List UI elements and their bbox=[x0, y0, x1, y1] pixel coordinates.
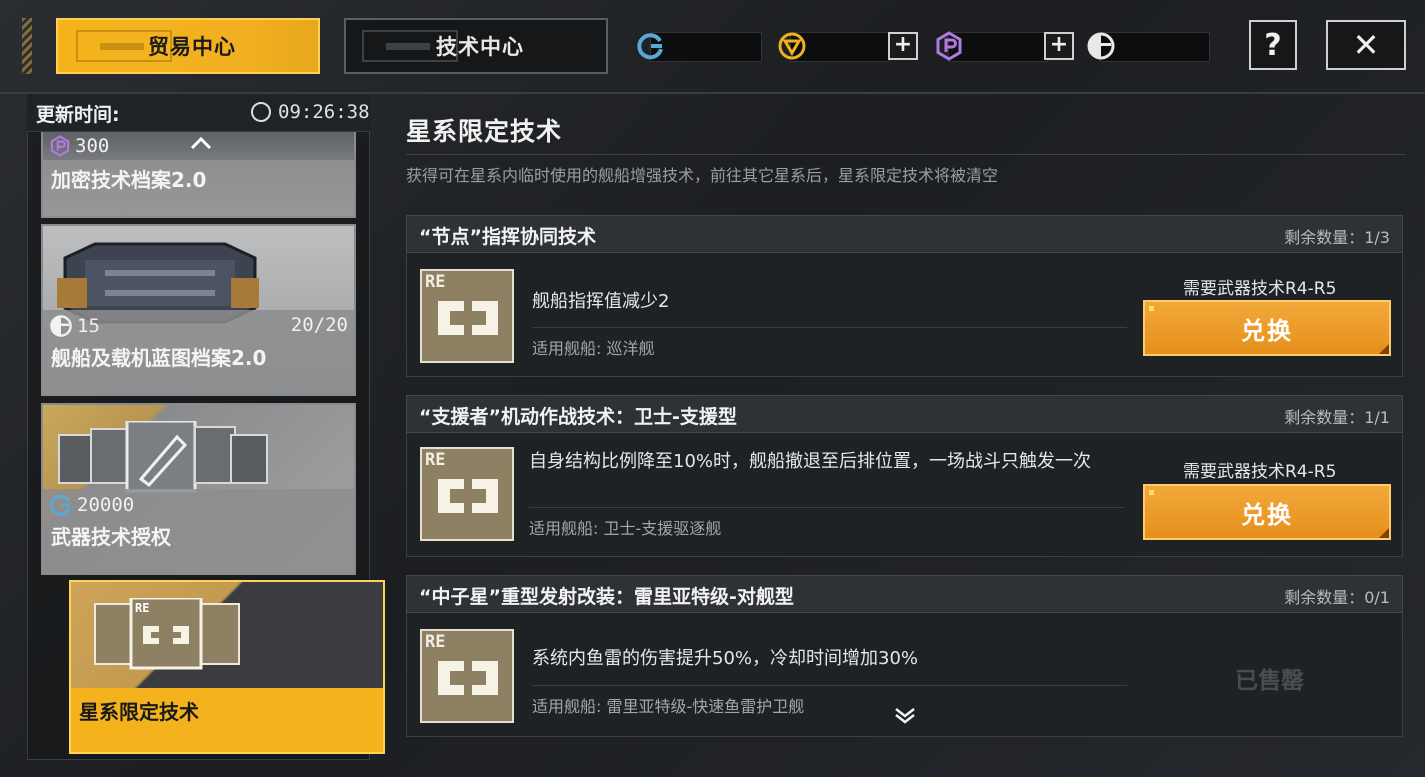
cycle-icon bbox=[50, 494, 71, 516]
sold-out-label: 已售罄 bbox=[1235, 668, 1304, 694]
tech-item-name: “节点”指挥协同技术 bbox=[419, 226, 596, 248]
page-title: 星系限定技术 bbox=[406, 117, 563, 146]
re-label: RE bbox=[425, 450, 446, 470]
tab-tech-center[interactable]: 技术中心 bbox=[344, 18, 608, 74]
tech-emblem-icon bbox=[438, 479, 498, 513]
tab-tech-label: 技术中心 bbox=[436, 35, 524, 59]
re-tech-icon: RE bbox=[420, 269, 514, 363]
card-title: 舰船及载机蓝图档案2.0 bbox=[51, 346, 267, 370]
card-galaxy-tech-selected[interactable]: RE 星系限定技术 bbox=[69, 580, 385, 754]
tech-item-header: “支援者”机动作战技术：卫士-支援型 剩余数量：1/1 bbox=[406, 395, 1403, 433]
card-price-value: 20000 bbox=[77, 494, 135, 516]
card-price: 15 bbox=[49, 314, 100, 338]
card-ship-blueprint[interactable]: 15 20/20 舰船及载机蓝图档案2.0 bbox=[41, 224, 356, 396]
tech-item-ship: 适用舰船: 巡洋舰 bbox=[532, 339, 655, 358]
tech-item-effect: 舰船指挥值减少2 bbox=[532, 291, 670, 312]
top-bar: 贸易中心 技术中心 + + ? ✕ bbox=[0, 0, 1425, 92]
tech-item-remaining: 剩余数量：1/1 bbox=[1284, 408, 1390, 427]
clock-icon bbox=[251, 102, 271, 122]
tech-item-effect: 自身结构比例降至10%时，舰船撤退至后排位置，一场战斗只触发一次 bbox=[529, 451, 1092, 472]
update-time-label: 更新时间: bbox=[36, 104, 120, 126]
tech-item-separator bbox=[532, 327, 1127, 328]
add-gold-button[interactable]: + bbox=[888, 32, 918, 60]
half-circle-icon bbox=[50, 315, 72, 337]
tech-item-name: “支援者”机动作战技术：卫士-支援型 bbox=[419, 406, 737, 428]
currency-bar-cycle bbox=[650, 32, 762, 62]
card-price-value: 15 bbox=[77, 315, 100, 337]
svg-text:RE: RE bbox=[135, 601, 149, 615]
card-price: 20000 bbox=[49, 493, 134, 517]
tech-item-body: RE 舰船指挥值减少2 适用舰船: 巡洋舰 需要武器技术R4-R5 兑换 bbox=[406, 253, 1403, 377]
tech-item-requirement: 需要武器技术R4-R5 bbox=[1183, 462, 1337, 482]
title-divider bbox=[406, 154, 1406, 155]
update-time-bar: 更新时间: 09:26:38 bbox=[27, 94, 370, 132]
chevron-down-icon[interactable] bbox=[893, 703, 917, 727]
half-circle-icon bbox=[1087, 32, 1115, 60]
card-weapon-license[interactable]: 20000 武器技术授权 bbox=[41, 403, 356, 575]
tech-item: “支援者”机动作战技术：卫士-支援型 剩余数量：1/1 RE 自身结构比例降至1… bbox=[406, 395, 1403, 557]
tech-item-separator bbox=[529, 507, 1124, 508]
tech-item-ship: 适用舰船: 雷里亚特级-快速鱼雷护卫舰 bbox=[532, 697, 805, 716]
card-title: 武器技术授权 bbox=[51, 525, 171, 549]
tech-emblem-icon bbox=[438, 661, 498, 695]
tech-item-name: “中子星”重型发射改装：雷里亚特级-对舰型 bbox=[419, 586, 794, 608]
decor-stripes bbox=[22, 18, 32, 74]
hex-p-icon bbox=[936, 31, 962, 61]
tech-item: “节点”指挥协同技术 剩余数量：1/3 RE 舰船指挥值减少2 适用舰船: 巡洋… bbox=[406, 215, 1403, 377]
update-time-value: 09:26:38 bbox=[278, 101, 370, 123]
tech-item-remaining: 剩余数量：1/3 bbox=[1284, 228, 1390, 247]
tech-item-body: RE 自身结构比例降至10%时，舰船撤退至后排位置，一场战斗只触发一次 适用舰船… bbox=[406, 433, 1403, 557]
tab-trade-label: 贸易中心 bbox=[148, 35, 236, 59]
cycle-icon bbox=[637, 33, 663, 60]
card-title: 加密技术档案2.0 bbox=[51, 168, 207, 192]
tech-item-requirement: 需要武器技术R4-R5 bbox=[1183, 279, 1337, 299]
tech-emblem-icon bbox=[438, 301, 498, 335]
re-label: RE bbox=[425, 632, 446, 652]
help-button[interactable]: ? bbox=[1249, 20, 1297, 70]
triangle-coin-icon bbox=[778, 32, 806, 60]
re-tech-icon: RE bbox=[420, 629, 514, 723]
exchange-button[interactable]: 兑换 bbox=[1143, 300, 1391, 356]
close-button[interactable]: ✕ bbox=[1326, 20, 1406, 70]
tech-item-separator bbox=[532, 685, 1127, 686]
card-price-value: 300 bbox=[75, 135, 110, 157]
exchange-button[interactable]: 兑换 bbox=[1143, 484, 1391, 540]
page-description: 获得可在星系内临时使用的舰船增强技术，前往其它星系后，星系限定技术将被清空 bbox=[406, 166, 999, 185]
re-label: RE bbox=[425, 272, 446, 292]
tech-item-effect: 系统内鱼雷的伤害提升50%，冷却时间增加30% bbox=[532, 648, 919, 669]
add-purple-button[interactable]: + bbox=[1044, 32, 1074, 60]
tab-trade-center[interactable]: 贸易中心 bbox=[56, 18, 320, 74]
card-price: 300 bbox=[49, 135, 109, 157]
tech-item-header: “节点”指挥协同技术 剩余数量：1/3 bbox=[406, 215, 1403, 253]
chevron-up-icon[interactable] bbox=[190, 136, 212, 150]
currency-bar-blueprint bbox=[1100, 32, 1210, 62]
tech-item-remaining: 剩余数量：0/1 bbox=[1284, 588, 1390, 607]
re-tech-icon: RE bbox=[420, 447, 514, 541]
card-title: 星系限定技术 bbox=[79, 700, 199, 724]
tech-item-ship: 适用舰船: 卫士-支援驱逐舰 bbox=[529, 519, 722, 538]
tech-item-header: “中子星”重型发射改装：雷里亚特级-对舰型 剩余数量：0/1 bbox=[406, 575, 1403, 613]
hex-p-icon bbox=[50, 135, 70, 157]
re-tech-icons: RE bbox=[94, 598, 240, 670]
weapon-license-icons bbox=[58, 421, 268, 493]
card-stock: 20/20 bbox=[290, 314, 348, 336]
card-encrypted-archive[interactable]: 300 加密技术档案2.0 bbox=[41, 128, 356, 218]
